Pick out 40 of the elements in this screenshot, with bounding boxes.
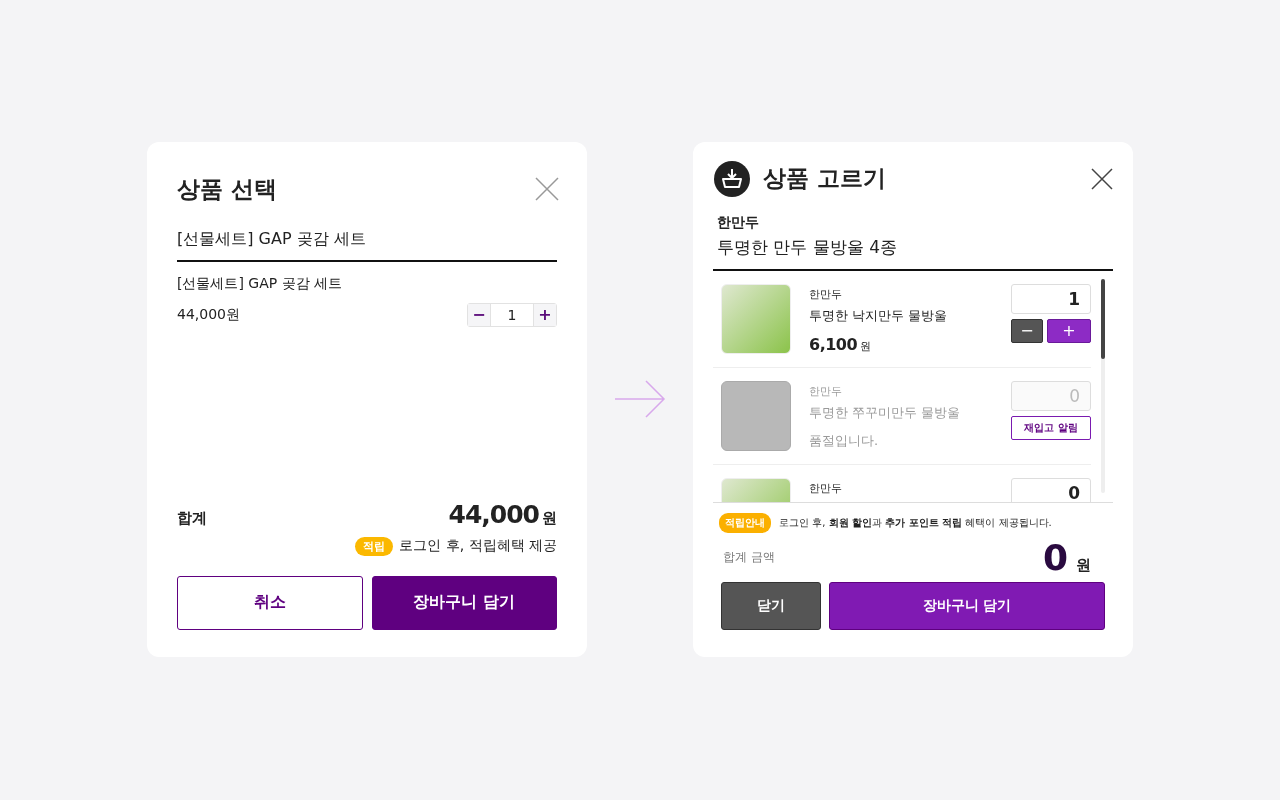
item-price: 6,100	[809, 334, 858, 354]
dialog-title: 상품 선택	[177, 174, 277, 204]
total-amount: 44,000	[448, 499, 539, 529]
point-text: 로그인 후, 적립혜택 제공	[399, 537, 557, 555]
currency-unit: 원	[1076, 555, 1091, 574]
currency-unit: 원	[860, 339, 872, 353]
close-icon[interactable]	[1091, 167, 1113, 190]
total-label: 합계 금액	[723, 548, 775, 566]
brand-name: 한만두	[716, 213, 760, 232]
close-button[interactable]: 닫기	[721, 581, 821, 630]
quantity-field[interactable]: 0	[1011, 477, 1091, 502]
item-brand: 한만두	[809, 286, 843, 302]
restock-alert-button[interactable]: 재입고 알림	[1011, 415, 1091, 440]
quantity-field[interactable]: 1	[1011, 283, 1091, 314]
point-badge: 적립	[355, 536, 394, 556]
product-name: 투명한 만두 물방울 4종	[713, 231, 1113, 271]
scrollbar-thumb[interactable]	[1101, 278, 1105, 359]
notice-badge: 적립안내	[719, 512, 771, 533]
item-brand: 한만두	[809, 480, 843, 496]
currency-unit: 원	[542, 508, 557, 527]
increase-button[interactable]: +	[534, 303, 556, 326]
item-name: 투명한 낙지만두 물방울	[809, 306, 949, 325]
option-name: [선물세트] GAP 곶감 세트	[177, 274, 344, 293]
total-label: 합계	[177, 508, 207, 528]
option-price: 44,000원	[177, 305, 240, 324]
add-to-cart-button[interactable]: 장바구니 담기	[371, 575, 557, 630]
notice-text: 로그인 후, 회원 할인과 추가 포인트 적립 혜택이 제공됩니다.	[779, 515, 1052, 530]
dialog-title: 상품 고르기	[763, 164, 886, 193]
sold-out-text: 품절입니다.	[809, 431, 880, 450]
item-name: 투명한 쭈꾸미만두 물방울	[809, 403, 962, 422]
decrease-button[interactable]: −	[468, 303, 490, 326]
cancel-button[interactable]: 취소	[177, 575, 363, 630]
increase-button[interactable]: +	[1047, 318, 1091, 343]
arrow-icon	[614, 379, 666, 419]
decrease-button[interactable]: −	[1011, 318, 1043, 343]
add-to-cart-button[interactable]: 장바구니 담기	[829, 581, 1105, 630]
basket-icon	[713, 159, 751, 198]
total-amount: 0	[1042, 536, 1068, 578]
selected-product: [선물세트] GAP 곶감 세트	[177, 228, 557, 262]
item-brand: 한만두	[809, 383, 843, 399]
